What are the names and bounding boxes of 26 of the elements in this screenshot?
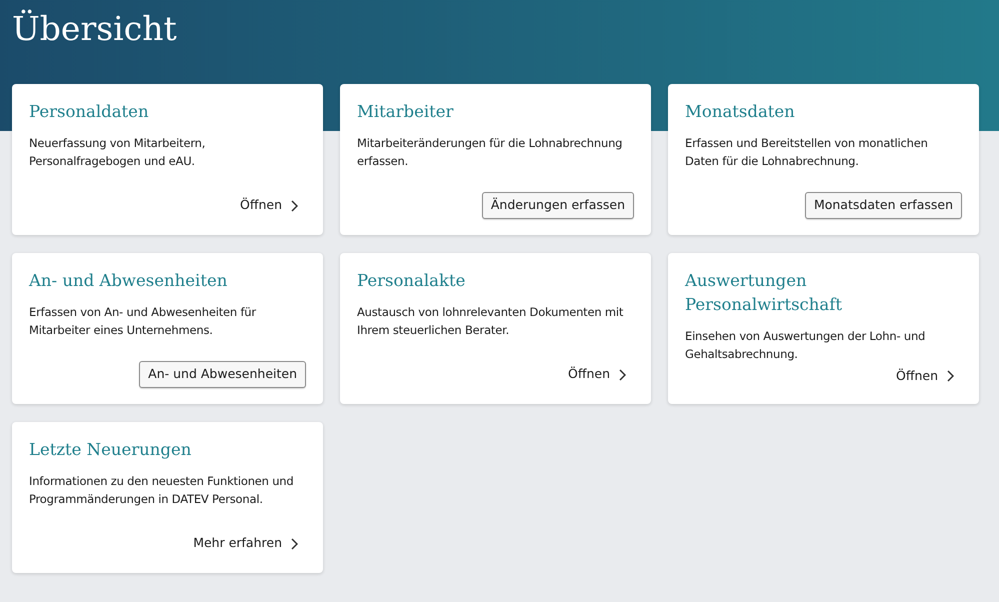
- chevron-right-icon: [290, 200, 298, 212]
- card-description: Austausch von lohnrelevanten Dokumenten mit Ihrem steuerlichen Berater.: [357, 304, 624, 339]
- open-link[interactable]: Öffnen: [888, 363, 962, 390]
- card-title: Letzte Neuerungen: [29, 439, 192, 461]
- chevron-right-icon: [290, 538, 298, 550]
- card-title: Personaldaten: [29, 101, 150, 123]
- open-link[interactable]: Mehr erfahren: [185, 530, 306, 557]
- card-description: Informationen zu den neuesten Funktionen und Programmänderungen in DATEV Personal.: [29, 473, 294, 508]
- card-title: Auswertungen Personalwirtschaft: [685, 270, 843, 316]
- chevron-right-icon: [946, 370, 954, 382]
- card-title: An- und Abwesenheiten: [29, 270, 228, 292]
- card-description: Erfassen und Bereitstellen von monatlichen Daten für die Lohnabrechnung.: [685, 135, 929, 170]
- card-title: Personalakte: [357, 270, 466, 292]
- page-title: Übersicht: [12, 8, 178, 50]
- card-description: Mitarbeiteränderungen für die Lohnabrechnung erfassen.: [357, 135, 624, 170]
- card-description: Einsehen von Auswertungen der Lohn- und Gehaltsabrechnung.: [685, 328, 926, 363]
- open-link[interactable]: Öffnen: [232, 192, 306, 219]
- action-button[interactable]: Änderungen erfassen: [482, 192, 634, 219]
- chevron-right-icon: [618, 368, 626, 381]
- open-link[interactable]: Öffnen: [560, 361, 634, 388]
- card-title: Mitarbeiter: [357, 101, 454, 123]
- card-description: Erfassen von An- und Abwesenheiten für Mitarbeiter eines Unternehmens.: [29, 304, 258, 339]
- action-button[interactable]: Monatsdaten erfassen: [804, 192, 962, 219]
- card-title: Monatsdaten: [685, 101, 796, 123]
- action-button[interactable]: An- und Abwesenheiten: [139, 361, 306, 388]
- card-description: Neuerfassung von Mitarbeitern, Personalfragebogen und eAU.: [29, 135, 206, 170]
